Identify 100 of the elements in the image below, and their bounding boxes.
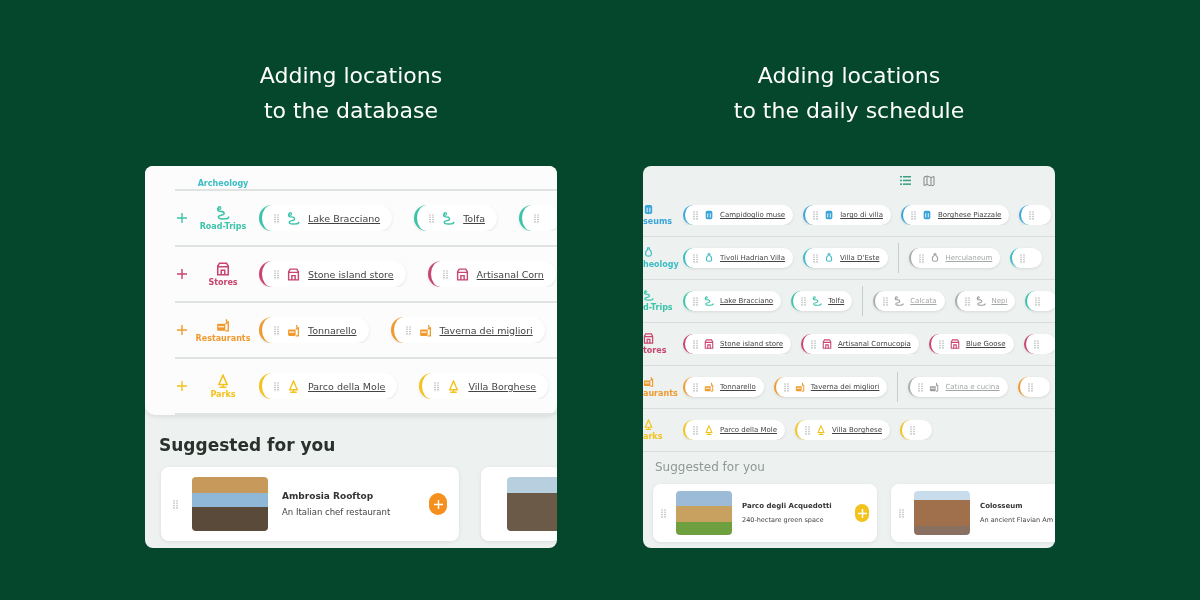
storefront-icon: [822, 339, 833, 349]
amphora-icon: [929, 253, 940, 263]
drag-handle-icon[interactable]: [813, 253, 819, 263]
tree-icon: [216, 373, 230, 388]
takeaway-bag-icon: [216, 317, 230, 332]
winding-road-icon: [975, 296, 986, 306]
add-button[interactable]: [855, 504, 869, 522]
drag-handle-icon[interactable]: [783, 382, 789, 392]
drag-handle-icon[interactable]: [911, 210, 916, 220]
drag-handle-icon[interactable]: [801, 296, 807, 306]
location-chip[interactable]: Lake Bracciano: [259, 205, 393, 231]
takeaway-bag-icon: [929, 382, 940, 392]
drag-handle-icon[interactable]: [693, 210, 698, 220]
winding-road-icon: [643, 290, 654, 301]
drag-handle-icon[interactable]: [434, 381, 440, 391]
amphora-icon: [704, 253, 714, 263]
winding-road-icon: [812, 296, 823, 306]
storefront-icon: [949, 339, 960, 349]
storefront-icon: [704, 339, 714, 349]
drag-handle-icon[interactable]: [1029, 210, 1035, 220]
drag-handle-icon[interactable]: [1020, 253, 1026, 263]
place-description: An Italian chef restaurant: [282, 507, 392, 517]
drag-handle-icon[interactable]: [813, 210, 819, 220]
location-chip[interactable]: [1010, 248, 1043, 268]
building-icon: [922, 210, 932, 220]
drag-handle-icon[interactable]: [964, 296, 970, 306]
location-chip[interactable]: Tonnarello: [259, 317, 369, 343]
drag-handle-icon[interactable]: [429, 213, 435, 223]
drag-handle-icon[interactable]: [938, 339, 944, 349]
winding-road-icon: [287, 211, 300, 225]
building-icon: [824, 210, 835, 220]
add-icon[interactable]: [177, 325, 187, 335]
drag-handle-icon[interactable]: [693, 382, 698, 392]
add-icon[interactable]: [177, 213, 187, 223]
location-chip[interactable]: Parco della Mole: [259, 373, 398, 399]
drag-handle-icon[interactable]: [883, 296, 889, 306]
add-button[interactable]: [429, 493, 447, 515]
tree-icon: [447, 379, 461, 393]
drag-handle-icon[interactable]: [805, 425, 810, 435]
tree-icon: [704, 425, 714, 435]
slide-heading: Adding locations to the database: [259, 62, 443, 125]
suggestion-card[interactable]: Ambrosia Rooftop An Italian chef restaurant: [161, 467, 459, 541]
takeaway-bag-icon: [704, 382, 714, 392]
section-title: Suggested for you: [159, 435, 337, 455]
drag-handle-icon[interactable]: [811, 339, 817, 349]
category-label[interactable]: tores: [643, 346, 667, 355]
drag-handle-icon[interactable]: [693, 253, 698, 263]
location-chip[interactable]: [1023, 334, 1055, 354]
suggestion-card[interactable]: [481, 467, 557, 541]
drag-handle-icon[interactable]: [910, 425, 915, 435]
storefront-icon: [643, 333, 654, 344]
drag-handle-icon[interactable]: [1035, 296, 1041, 306]
drag-handle-icon[interactable]: [442, 269, 448, 279]
location-chip[interactable]: [1017, 377, 1050, 397]
plus-icon: [433, 499, 443, 509]
drag-handle-icon[interactable]: [918, 253, 924, 263]
winding-road-icon: [442, 211, 456, 225]
tree-icon: [643, 419, 654, 430]
drag-handle-icon[interactable]: [405, 325, 411, 335]
takeaway-bag-icon: [418, 323, 432, 337]
drag-handle-icon[interactable]: [899, 508, 904, 518]
winding-road-icon: [216, 205, 230, 220]
list-view-icon[interactable]: [900, 175, 911, 185]
location-chip[interactable]: [1025, 291, 1055, 311]
section-title: Suggested for you: [655, 460, 766, 474]
drag-handle-icon[interactable]: [693, 339, 698, 349]
takeaway-bag-icon: [794, 382, 805, 392]
location-chip[interactable]: Taverna dei migliori: [390, 317, 545, 343]
slide-heading: Adding locations to the daily schedule: [733, 62, 965, 125]
tree-icon: [816, 425, 826, 435]
drag-handle-icon[interactable]: [274, 381, 279, 391]
drag-handle-icon[interactable]: [918, 382, 924, 392]
location-chip[interactable]: Artisanal Corn: [427, 261, 556, 287]
drag-handle-icon[interactable]: [661, 508, 666, 518]
amphora-icon: [824, 253, 835, 263]
drag-handle-icon[interactable]: [274, 213, 279, 223]
plus-icon: [857, 508, 867, 518]
location-chip[interactable]: Villa Borghese: [419, 373, 549, 399]
drag-handle-icon[interactable]: [533, 213, 539, 223]
drag-handle-icon[interactable]: [274, 325, 279, 335]
map-view-icon[interactable]: [923, 174, 935, 186]
building-icon: [643, 204, 654, 215]
location-chip[interactable]: Tolfa: [414, 205, 497, 231]
location-chip[interactable]: [1019, 205, 1052, 225]
drag-handle-icon[interactable]: [1027, 382, 1033, 392]
drag-handle-icon[interactable]: [1033, 339, 1039, 349]
add-icon[interactable]: [177, 269, 187, 279]
photo-placeholder: [914, 491, 970, 535]
winding-road-icon: [894, 296, 905, 306]
drag-handle-icon[interactable]: [274, 269, 279, 279]
drag-handle-icon[interactable]: [693, 296, 698, 306]
drag-handle-icon[interactable]: [173, 499, 178, 509]
location-chip[interactable]: Stone island store: [259, 261, 406, 287]
category-label[interactable]: Stores: [208, 277, 238, 287]
winding-road-icon: [704, 296, 714, 306]
storefront-icon: [216, 261, 230, 276]
takeaway-bag-icon: [643, 376, 654, 387]
place-title: Ambrosia Rooftop: [282, 491, 375, 501]
drag-handle-icon[interactable]: [693, 425, 698, 435]
location-chip[interactable]: [518, 205, 557, 231]
